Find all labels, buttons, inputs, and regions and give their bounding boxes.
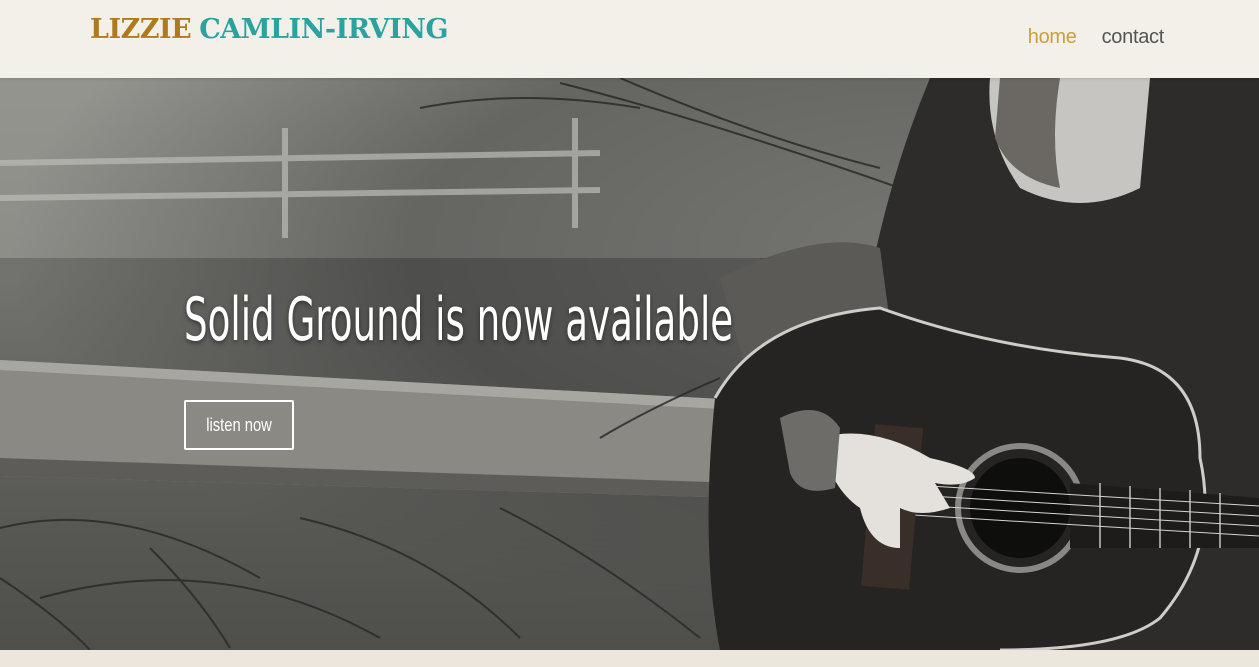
listen-now-button[interactable]: listen now [184, 400, 294, 450]
nav-contact-link[interactable]: contact [1102, 26, 1165, 49]
listen-now-label: listen now [206, 414, 272, 435]
hero-title: Solid Ground is now available [184, 285, 734, 355]
hero-banner: Solid Ground is now available listen now [0, 78, 1259, 650]
site-logo[interactable]: LIZZIE CAMLIN-IRVING [90, 14, 448, 45]
hero-photo [0, 78, 1259, 650]
nav-home-link[interactable]: home [1028, 26, 1077, 49]
logo-last-name: CAMLIN-IRVING [199, 14, 448, 45]
main-nav: home contact [1028, 26, 1165, 49]
site-header: LIZZIE CAMLIN-IRVING home contact [0, 0, 1259, 78]
page-bottom-strip [0, 650, 1259, 667]
logo-first-name: LIZZIE [90, 14, 192, 45]
